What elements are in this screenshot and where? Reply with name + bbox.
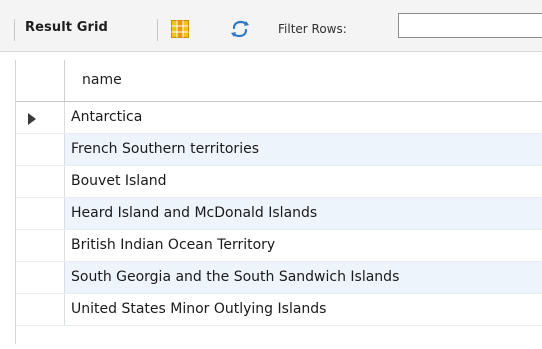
filter-rows-input[interactable]	[398, 13, 542, 38]
row-selector[interactable]	[16, 102, 65, 133]
table-cell-name[interactable]: British Indian Ocean Territory	[65, 230, 542, 261]
table-cell-name[interactable]: Antarctica	[65, 102, 542, 133]
toolbar-separator-middle	[157, 19, 158, 41]
table-cell-name[interactable]: French Southern territories	[65, 134, 542, 165]
result-grid-tab[interactable]: Result Grid	[25, 20, 108, 35]
result-grid: name Antarctica French Southern territor…	[15, 60, 542, 344]
filter-rows-label: Filter Rows:	[278, 22, 347, 36]
table-cell-name[interactable]: South Georgia and the South Sandwich Isl…	[65, 262, 542, 293]
row-selector[interactable]	[16, 230, 65, 261]
row-selector[interactable]	[16, 166, 65, 197]
table-row[interactable]: United States Minor Outlying Islands	[16, 294, 542, 326]
row-selector[interactable]	[16, 294, 65, 325]
table-row[interactable]: British Indian Ocean Territory	[16, 230, 542, 262]
header-selector-cell[interactable]	[16, 60, 65, 101]
row-selector[interactable]	[16, 134, 65, 165]
table-row[interactable]: Antarctica	[16, 102, 542, 134]
row-selector[interactable]	[16, 198, 65, 229]
grid-header: name	[16, 60, 542, 102]
table-row[interactable]: French Southern territories	[16, 134, 542, 166]
table-cell-name[interactable]: United States Minor Outlying Islands	[65, 294, 542, 325]
table-row[interactable]: Bouvet Island	[16, 166, 542, 198]
table-cell-name[interactable]: Heard Island and McDonald Islands	[65, 198, 542, 229]
table-row[interactable]: South Georgia and the South Sandwich Isl…	[16, 262, 542, 294]
grid-body: Antarctica French Southern territories B…	[16, 102, 542, 326]
toolbar-separator-left	[14, 19, 15, 41]
grid-layout-icon[interactable]	[171, 20, 189, 38]
table-cell-name[interactable]: Bouvet Island	[65, 166, 542, 197]
refresh-icon[interactable]	[230, 20, 250, 38]
column-header-name[interactable]: name	[82, 72, 122, 88]
current-row-arrow-icon	[28, 113, 36, 125]
table-row[interactable]: Heard Island and McDonald Islands	[16, 198, 542, 230]
result-toolbar: Result Grid Filter Rows:	[0, 0, 542, 52]
row-selector[interactable]	[16, 262, 65, 293]
